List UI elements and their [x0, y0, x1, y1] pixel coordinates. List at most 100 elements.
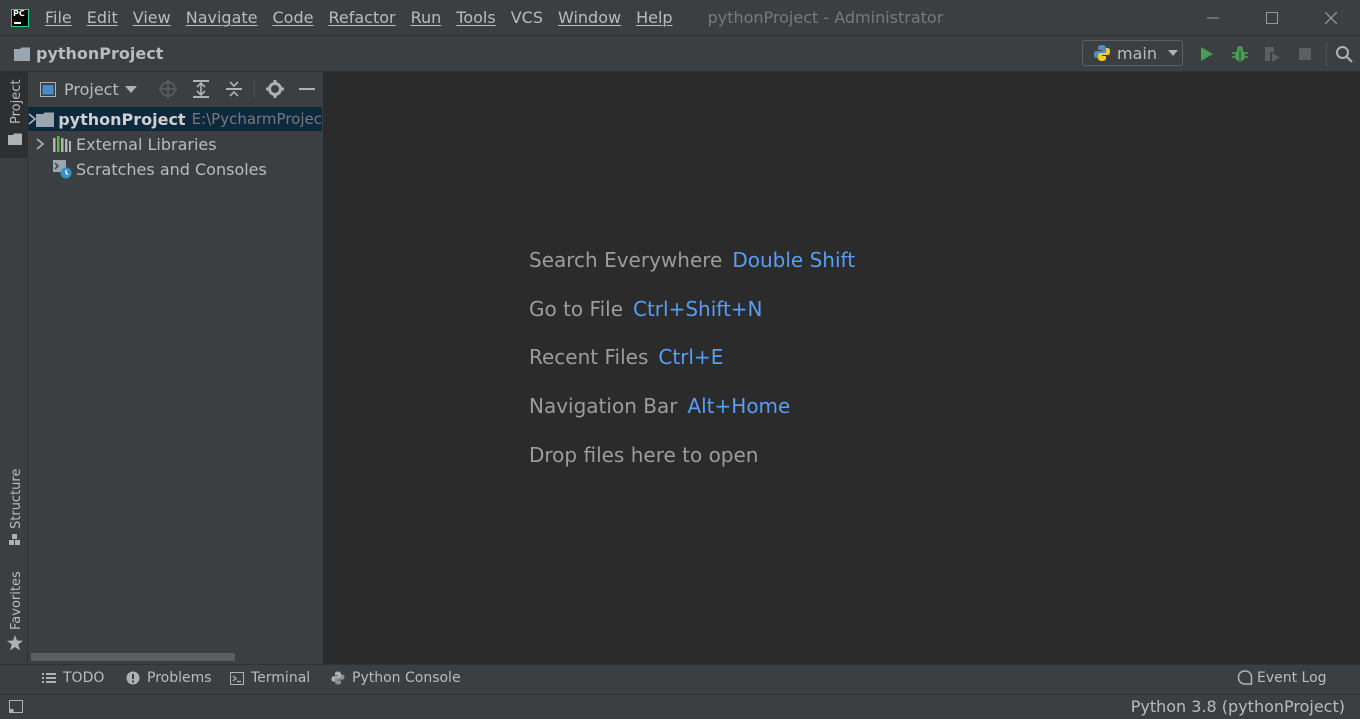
- search-icon: [1336, 46, 1353, 63]
- left-tool-strip: Project Structure Favorites: [0, 72, 28, 664]
- close-icon: [1324, 12, 1337, 24]
- hint-shortcut: Double Shift: [732, 248, 856, 272]
- panel-settings-button[interactable]: [265, 79, 285, 99]
- menu-help[interactable]: Help: [636, 8, 672, 27]
- minimize-button[interactable]: [1183, 0, 1242, 36]
- tree-node-label: Scratches and Consoles: [76, 159, 267, 179]
- python-icon: [1094, 45, 1110, 61]
- tree-node-project-root[interactable]: pythonProject E:\PycharmProjec: [28, 107, 322, 131]
- menu-window[interactable]: Window: [558, 8, 621, 27]
- hint-label: Search Everywhere: [529, 248, 723, 272]
- tool-tab-structure-label: Structure: [9, 468, 24, 529]
- menu-tools[interactable]: Tools: [456, 8, 495, 27]
- hint-shortcut: Alt+Home: [687, 394, 791, 418]
- chevron-down-icon: [1167, 50, 1178, 56]
- tool-tab-label: TODO: [63, 670, 105, 686]
- menu-code[interactable]: Code: [273, 8, 314, 27]
- tool-tab-project[interactable]: Project: [0, 72, 27, 158]
- hint-go-to-file: Go to File Ctrl+Shift+N: [529, 297, 763, 321]
- hint-recent-files: Recent Files Ctrl+E: [529, 345, 723, 369]
- stop-button[interactable]: [1295, 44, 1315, 64]
- coverage-icon: [1265, 47, 1280, 62]
- breadcrumb-project[interactable]: pythonProject: [36, 44, 163, 63]
- debug-button[interactable]: [1230, 44, 1250, 64]
- expand-arrow[interactable]: [28, 132, 52, 156]
- hint-label: Recent Files: [529, 345, 649, 369]
- hint-label: Navigation Bar: [529, 394, 678, 418]
- tool-tab-label: Event Log: [1257, 670, 1327, 686]
- terminal-icon: [229, 670, 245, 686]
- python-interpreter-status[interactable]: Python 3.8 (pythonProject): [1131, 697, 1345, 716]
- expand-arrow[interactable]: [28, 107, 37, 131]
- menu-edit[interactable]: Edit: [87, 8, 118, 27]
- main-menu: File Edit View Navigate Code Refactor Ru…: [45, 8, 688, 27]
- maximize-icon: [1265, 12, 1278, 24]
- close-window-button[interactable]: [1301, 0, 1360, 36]
- library-icon: [52, 134, 72, 154]
- hint-shortcut: Ctrl+E: [658, 345, 724, 369]
- select-opened-file-button[interactable]: [158, 79, 178, 99]
- tool-tab-label: Problems: [147, 670, 212, 686]
- python-console-icon: [330, 670, 346, 686]
- run-button[interactable]: [1197, 44, 1217, 64]
- tool-tab-favorites[interactable]: Favorites: [0, 568, 27, 660]
- chevron-right-icon: [36, 138, 44, 150]
- expand-all-icon: [193, 80, 209, 98]
- tool-tab-terminal[interactable]: Terminal: [229, 670, 310, 686]
- window-controls: [1183, 0, 1360, 36]
- tree-node-scratches[interactable]: Scratches and Consoles: [28, 157, 322, 181]
- gear-icon: [266, 80, 284, 98]
- hint-shortcut: Ctrl+Shift+N: [633, 297, 763, 321]
- collapse-all-icon: [226, 81, 242, 97]
- hint-drop-files: Drop files here to open: [529, 443, 758, 467]
- expand-all-button[interactable]: [191, 79, 211, 99]
- tool-tab-event-log[interactable]: Event Log: [1237, 670, 1327, 686]
- run-config-label: main: [1117, 43, 1157, 63]
- tree-node-path: E:\PycharmProjec: [191, 110, 322, 128]
- minimize-icon: [299, 88, 315, 90]
- run-icon: [1201, 47, 1213, 61]
- tool-tab-project-label: Project: [9, 79, 24, 124]
- tree-node-external-libraries[interactable]: External Libraries: [28, 132, 322, 156]
- project-tool-window: Project pythonProject E:\PycharmProjec E…: [28, 72, 324, 664]
- tool-tab-python-console[interactable]: Python Console: [330, 670, 461, 686]
- horizontal-scrollbar[interactable]: [31, 653, 235, 661]
- tool-tab-todo[interactable]: TODO: [41, 670, 104, 686]
- tool-tab-problems[interactable]: Problems: [125, 670, 212, 686]
- menu-refactor[interactable]: Refactor: [328, 8, 395, 27]
- problems-icon: [125, 670, 141, 686]
- toolbar-separator: [1326, 42, 1327, 66]
- bug-icon: [1232, 46, 1248, 62]
- hint-label: Go to File: [529, 297, 623, 321]
- search-everywhere-button[interactable]: [1334, 44, 1354, 64]
- run-with-coverage-button[interactable]: [1262, 44, 1282, 64]
- menu-vcs[interactable]: VCS: [511, 8, 543, 27]
- target-icon: [159, 80, 177, 98]
- tool-tab-label: Terminal: [251, 670, 311, 686]
- collapse-all-button[interactable]: [224, 79, 244, 99]
- toggle-tool-windows-icon[interactable]: [9, 700, 23, 713]
- menu-view[interactable]: View: [133, 8, 171, 27]
- tool-tab-structure[interactable]: Structure: [0, 462, 27, 552]
- editor-area: Search Everywhere Double Shift Go to File…: [324, 72, 1360, 664]
- folder-icon: [8, 133, 22, 145]
- maximize-button[interactable]: [1242, 0, 1301, 36]
- chevron-down-icon[interactable]: [125, 86, 137, 93]
- menu-navigate[interactable]: Navigate: [186, 8, 258, 27]
- title-bar: PC File Edit View Navigate Code Refactor…: [0, 0, 1360, 36]
- hide-panel-button[interactable]: [297, 79, 317, 99]
- hint-search-everywhere: Search Everywhere Double Shift: [529, 248, 855, 272]
- project-view-icon: [40, 82, 56, 97]
- menu-file[interactable]: File: [45, 8, 72, 27]
- menu-run[interactable]: Run: [411, 8, 442, 27]
- chevron-right-icon: [28, 113, 37, 125]
- folder-icon: [14, 47, 30, 61]
- hint-label: Drop files here to open: [529, 443, 759, 467]
- tree-node-label: pythonProject: [58, 109, 186, 129]
- event-log-icon: [1237, 670, 1253, 686]
- window-title: pythonProject - Administrator: [707, 8, 944, 27]
- run-configuration-select[interactable]: main: [1082, 40, 1183, 66]
- bottom-tool-bar: TODO Problems Terminal Python Console Ev…: [0, 664, 1360, 694]
- project-view-title[interactable]: Project: [64, 80, 119, 99]
